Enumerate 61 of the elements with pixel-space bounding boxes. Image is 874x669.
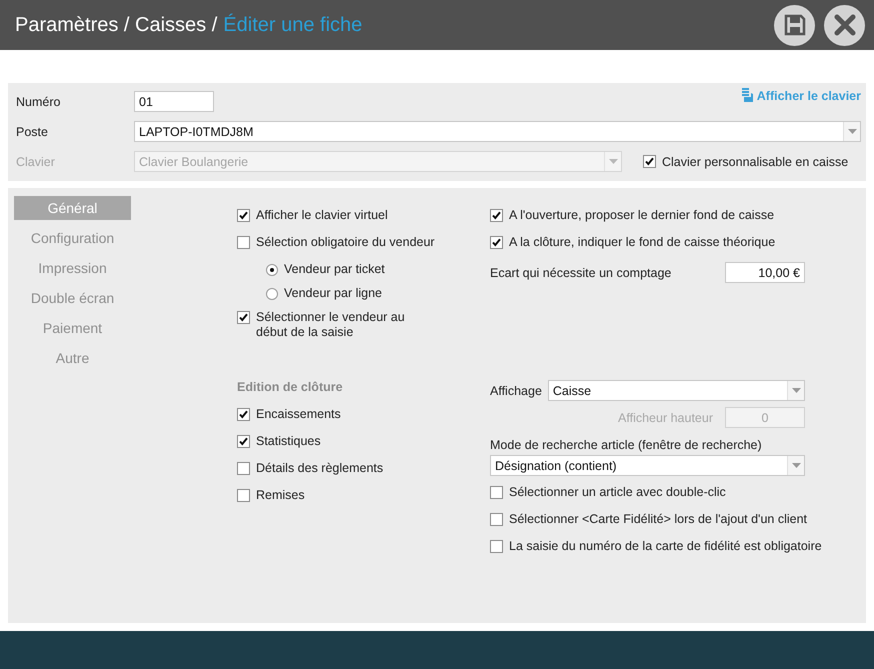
checkbox-label: Remises <box>256 488 305 503</box>
checkbox-label: Clavier personnalisable en caisse <box>662 154 848 168</box>
checkbox-label: Sélectionner le vendeur au début de la saisie <box>256 310 406 340</box>
checkbox-label: La saisie du numéro de la carte de fidélité est obligatoire <box>509 539 822 554</box>
checkbox[interactable] <box>237 311 250 324</box>
breadcrumb-path[interactable]: Paramètres / Caisses / <box>15 14 218 36</box>
radio-button[interactable] <box>266 264 278 276</box>
tablet-hand-icon <box>740 88 753 103</box>
field-label: Affichage <box>490 384 542 398</box>
nav-item[interactable]: Paiement <box>14 316 131 340</box>
checkbox[interactable] <box>490 486 503 499</box>
display-select[interactable]: Caisse <box>548 380 805 401</box>
checkbox[interactable] <box>490 209 503 222</box>
field-label: Numéro <box>16 94 62 108</box>
checkbox-label: Sélectionner un article avec double-clic <box>509 485 726 500</box>
nav-item[interactable]: Général <box>14 196 131 220</box>
radio-label: Vendeur par ligne <box>284 286 382 301</box>
checkbox[interactable] <box>237 408 250 421</box>
page-title: Éditer une fiche <box>223 14 362 36</box>
save-icon <box>784 14 806 36</box>
nav-item[interactable]: Impression <box>14 256 131 280</box>
dropdown-arrow-icon <box>792 463 800 468</box>
checkbox-label: A la clôture, indiquer le fond de caisse théorique <box>509 235 776 250</box>
checkbox-label: Statistiques <box>256 434 321 449</box>
field-label: Afficheur hauteur <box>618 410 713 424</box>
checkbox[interactable] <box>237 462 250 475</box>
nav-item[interactable]: Autre <box>14 346 131 370</box>
checkbox[interactable] <box>237 209 250 222</box>
field-label: Poste <box>16 124 49 138</box>
close-button[interactable] <box>824 4 865 46</box>
checkbox[interactable] <box>237 236 250 249</box>
section-heading: Edition de clôture <box>237 380 344 395</box>
radio-button[interactable] <box>266 288 278 300</box>
field-label: Ecart qui nécessite un comptage <box>490 266 672 280</box>
checkbox-label: A l'ouverture, proposer le dernier fond de caisse <box>509 208 774 223</box>
checkbox[interactable] <box>237 435 250 448</box>
checkbox[interactable] <box>490 236 503 249</box>
checkbox-label: Afficher le clavier virtuel <box>256 208 388 223</box>
checkbox-label: Encaissements <box>256 407 341 422</box>
field-label: Clavier <box>16 154 56 168</box>
checkbox[interactable] <box>490 540 503 553</box>
field-label: Mode de recherche article (fenêtre de recherche) <box>490 438 763 452</box>
nav-item[interactable]: Configuration <box>14 226 131 250</box>
checkbox-label: Détails des règlements <box>256 461 384 476</box>
dropdown-arrow-icon <box>848 129 856 134</box>
dropdown-arrow-icon <box>608 159 618 164</box>
checkbox[interactable] <box>237 489 250 502</box>
workstation-select[interactable]: LAPTOP-I0TMDJ8M <box>134 121 861 142</box>
keyboard-link[interactable]: Afficher le clavier <box>740 88 861 103</box>
number-field[interactable]: 01 <box>134 91 214 112</box>
close-icon <box>834 14 856 36</box>
search-mode-select[interactable]: Désignation (contient) <box>490 455 805 476</box>
checkbox-label: Sélectionner <Carte Fidélité> lors de l'ajout d'un client <box>509 512 807 527</box>
dropdown-arrow-icon <box>792 388 800 393</box>
nav-item[interactable]: Double écran <box>14 286 131 310</box>
checkbox[interactable] <box>643 155 656 168</box>
checkbox[interactable] <box>490 513 503 526</box>
radio-label: Vendeur par ticket <box>284 262 385 277</box>
checkbox-label: Sélection obligatoire du vendeur <box>256 235 435 250</box>
save-button[interactable] <box>774 4 815 46</box>
amount-field[interactable]: 10,00 € <box>725 262 805 283</box>
